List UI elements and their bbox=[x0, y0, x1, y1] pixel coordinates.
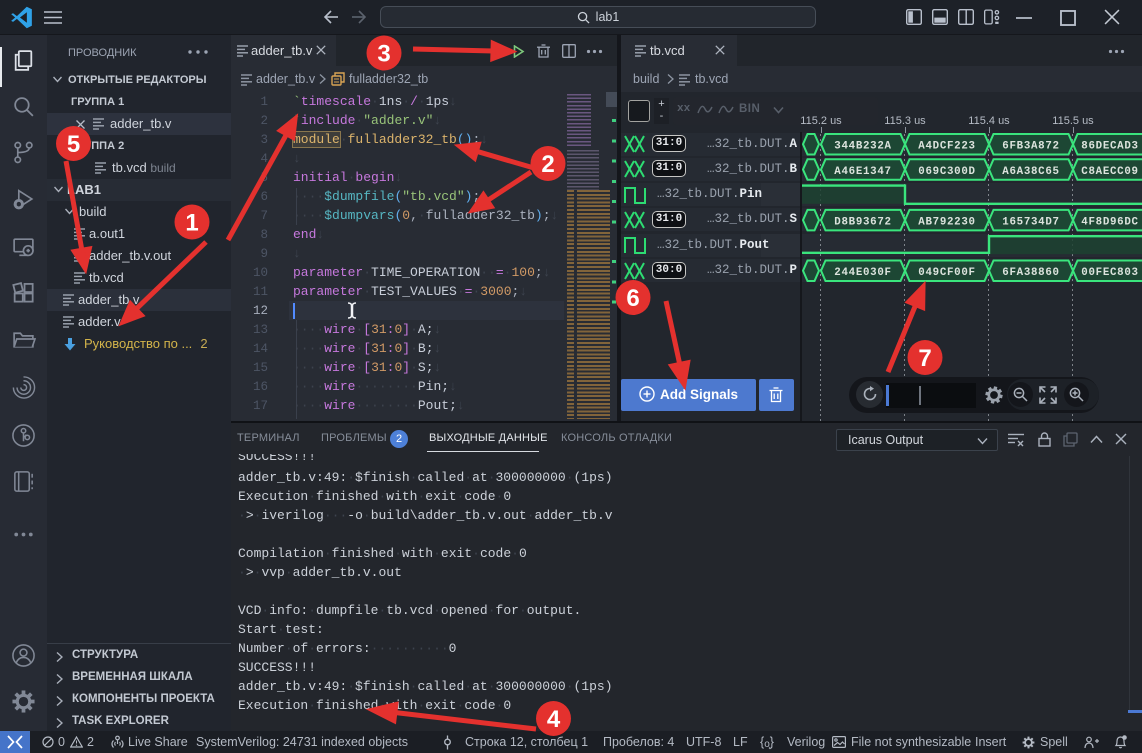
svg-text:C8AECC09: C8AECC09 bbox=[1081, 166, 1138, 178]
svg-text:A4DCF223: A4DCF223 bbox=[918, 141, 975, 153]
svg-text:4F8D96DC: 4F8D96DC bbox=[1081, 216, 1138, 228]
svg-text:86DECAD3: 86DECAD3 bbox=[1081, 141, 1138, 153]
svg-text:AB792230: AB792230 bbox=[918, 216, 975, 228]
svg-text:D8B93672: D8B93672 bbox=[834, 216, 891, 228]
svg-text:6FB3A872: 6FB3A872 bbox=[1002, 141, 1059, 153]
svg-text:244E030F: 244E030F bbox=[834, 267, 891, 279]
svg-text:A6A38C65: A6A38C65 bbox=[1002, 166, 1059, 178]
svg-text:A46E1347: A46E1347 bbox=[834, 166, 891, 178]
svg-text:344B232A: 344B232A bbox=[834, 141, 891, 153]
svg-text:049CF00F: 049CF00F bbox=[918, 267, 975, 279]
svg-text:165734D7: 165734D7 bbox=[1002, 216, 1059, 228]
svg-text:069C300D: 069C300D bbox=[918, 166, 975, 178]
svg-text:00FEC803: 00FEC803 bbox=[1081, 267, 1138, 279]
svg-text:6FA38860: 6FA38860 bbox=[1002, 267, 1059, 279]
